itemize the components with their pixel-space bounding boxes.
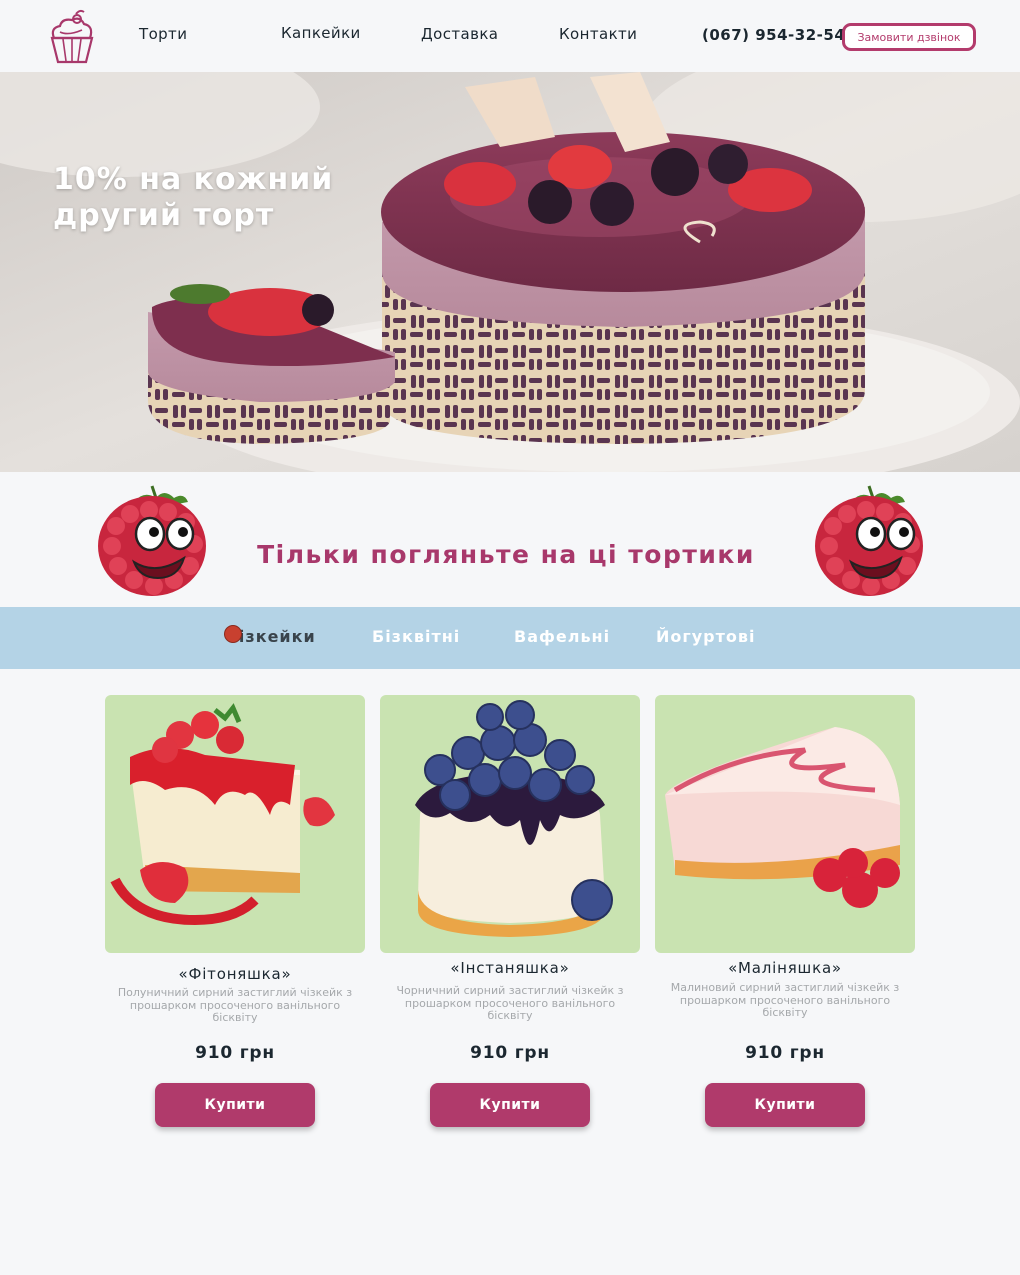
hero-title: 10% на кожний другий торт <box>53 162 334 233</box>
product-description: Малиновий сирний застиглий чізкейк з про… <box>670 981 900 1019</box>
product-price: 910 грн <box>745 1043 825 1063</box>
product-description: Чорничний сирний застиглий чізкейк з про… <box>396 984 624 1022</box>
tab-yogurt[interactable]: Йогуртові <box>656 627 756 646</box>
product-name: «Фітоняшка» <box>178 965 292 983</box>
product-price: 910 грн <box>470 1043 550 1063</box>
buy-button[interactable]: Купити <box>155 1083 315 1127</box>
callback-button[interactable]: Замовити дзвінок <box>842 23 976 51</box>
product-name: «Інстаняшка» <box>450 959 570 977</box>
buy-button[interactable]: Купити <box>705 1083 865 1127</box>
category-tabs: Чізкейки Бізквітні Вафельні Йогуртові <box>0 607 1020 669</box>
tab-biscuit[interactable]: Бізквітні <box>372 627 460 646</box>
product-image[interactable] <box>380 695 640 953</box>
nav-link-cakes[interactable]: Торти <box>139 25 187 43</box>
product-image[interactable] <box>105 695 365 953</box>
product-card: «Маліняшка» Малиновий сирний застиглий ч… <box>655 695 915 1127</box>
mouse-cursor-icon <box>224 625 242 643</box>
product-card: «Інстаняшка» Чорничний сирний застиглий … <box>380 695 640 1127</box>
product-price: 910 грн <box>195 1043 275 1063</box>
nav-link-delivery[interactable]: Доставка <box>421 25 498 43</box>
cupcake-icon[interactable] <box>46 8 96 66</box>
phone-number[interactable]: (067) 954-32-54 <box>702 26 845 44</box>
tab-waffle[interactable]: Вафельні <box>514 627 610 646</box>
section-title: Тільки погляньте на ці тортики <box>257 540 755 569</box>
product-card: «Фітоняшка» Полуничний сирний застиглий … <box>105 695 365 1127</box>
product-name: «Маліняшка» <box>728 959 842 977</box>
hero-cake-image <box>0 72 1020 472</box>
buy-button[interactable]: Купити <box>430 1083 590 1127</box>
nav-link-contacts[interactable]: Контакти <box>559 25 637 43</box>
product-image[interactable] <box>655 695 915 953</box>
nav-link-cupcakes[interactable]: Капкейки <box>281 24 361 42</box>
product-description: Полуничний сирний застиглий чізкейк з пр… <box>117 986 353 1024</box>
hero-banner: 10% на кожний другий торт <box>0 72 1020 472</box>
site-header: Торти Капкейки Доставка Контакти (067) 9… <box>0 0 1020 72</box>
